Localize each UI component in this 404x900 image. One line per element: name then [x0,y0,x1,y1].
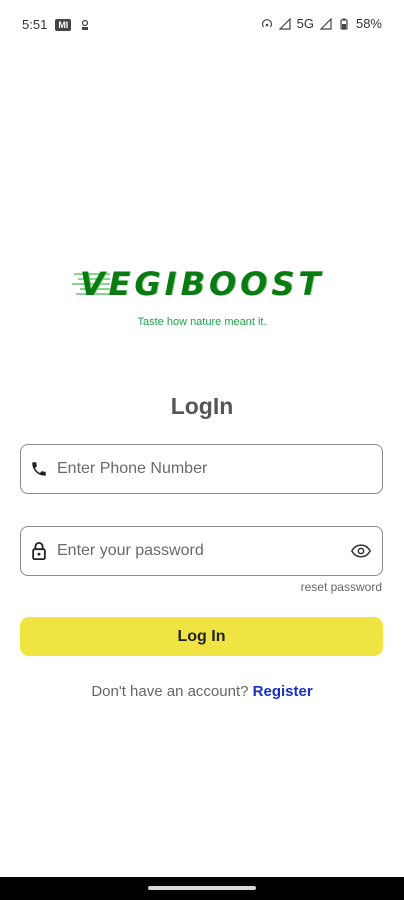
status-time: 5:51 [22,17,48,32]
mi-badge: MI [55,18,72,31]
signal-icon [278,17,291,30]
register-prompt: Don't have an account? Register [0,683,404,700]
page-title: LogIn [170,393,234,419]
password-input[interactable] [57,542,350,560]
battery-icon [340,18,348,30]
reset-password-link[interactable]: reset password [301,580,382,594]
phone-field[interactable] [20,444,383,494]
navigation-bar [0,877,404,900]
brand-tagline: Taste how nature meant it. [137,316,267,328]
status-bar: 5:51 MI 5G 58% [0,0,404,48]
lock-icon [29,541,49,561]
brand-logo: VEGIBOOST [0,265,404,303]
eye-icon[interactable] [350,540,372,562]
signal-icon-2 [319,17,332,30]
notification-icon [82,19,89,30]
network-type: 5G [296,16,314,31]
status-right: 5G 58% [261,16,382,31]
phone-icon [29,459,49,479]
password-field[interactable] [20,526,383,576]
register-link[interactable]: Register [253,683,313,700]
status-left: 5:51 MI [22,17,91,32]
battery-level: 58% [355,16,382,31]
register-prompt-text: Don't have an account? [91,683,253,700]
hotspot-icon [261,18,272,27]
phone-input[interactable] [57,460,382,478]
brand-logo-text: VEGIBOOST [79,265,325,303]
home-indicator[interactable] [148,886,256,890]
login-button[interactable]: Log In [20,617,383,656]
